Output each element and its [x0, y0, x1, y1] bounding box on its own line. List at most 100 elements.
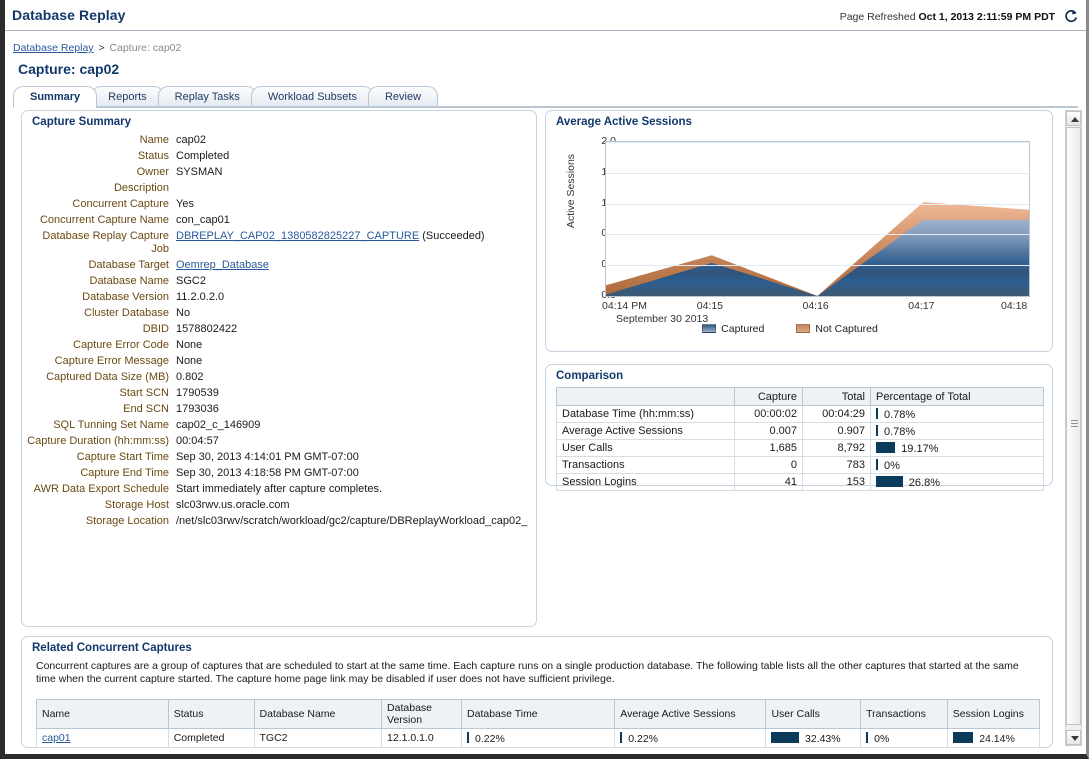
- rcc-cell-name[interactable]: cap01: [37, 729, 169, 748]
- tab-replay-tasks[interactable]: Replay Tasks: [158, 86, 257, 107]
- capture-summary-value-text: slc03rwv.us.oracle.com: [176, 499, 290, 511]
- comparison-table: CaptureTotalPercentage of Total Database…: [556, 387, 1044, 491]
- comparison-percentage-cell: 26.8%: [871, 474, 1044, 491]
- capture-summary-value: None: [176, 338, 536, 354]
- comparison-panel: Comparison CaptureTotalPercentage of Tot…: [545, 364, 1053, 486]
- refresh-icon[interactable]: [1064, 9, 1078, 23]
- capture-summary-value: DBREPLAY_CAP02_1380582825227_CAPTURE (Su…: [176, 229, 536, 258]
- scroll-up-icon[interactable]: [1066, 111, 1081, 126]
- comparison-percentage-label: 0.78%: [884, 409, 915, 421]
- capture-summary-key: Capture Duration (hh:mm:ss): [22, 434, 176, 450]
- rcc-col-database-time: Database Time: [462, 700, 615, 729]
- chart-legend: Captured Not Captured: [546, 323, 1034, 335]
- capture-summary-value: cap02_c_146909: [176, 418, 536, 434]
- comparison-percentage-bar: [876, 476, 903, 487]
- comparison-row: Average Active Sessions0.0070.9070.78%: [557, 423, 1044, 440]
- capture-summary-value-text: 1578802422: [176, 323, 237, 335]
- capture-summary-row: End SCN1793036: [22, 402, 536, 418]
- comparison-percentage-bar: [876, 459, 878, 470]
- chart-legend-item[interactable]: Not Captured: [796, 323, 877, 335]
- tab-summary[interactable]: Summary: [13, 86, 97, 107]
- tab-workload-subsets[interactable]: Workload Subsets: [251, 86, 374, 107]
- comparison-percentage-label: 19.17%: [901, 443, 938, 455]
- chart-gridline: [606, 173, 1029, 174]
- capture-summary-key: Concurrent Capture Name: [22, 213, 176, 229]
- capture-summary-value-text: Start immediately after capture complete…: [176, 483, 382, 495]
- page-refreshed-label: Page Refreshed: [840, 11, 916, 23]
- capture-summary-value-text: con_cap01: [176, 214, 230, 226]
- capture-summary-key: Owner: [22, 165, 176, 181]
- comparison-row: User Calls1,6858,79219.17%: [557, 440, 1044, 457]
- chart-legend-swatch: [702, 324, 716, 333]
- capture-summary-key: Description: [22, 181, 176, 197]
- comparison-total-value: 8,792: [803, 440, 871, 457]
- capture-summary-key: Capture Error Code: [22, 338, 176, 354]
- capture-summary-panel: Capture Summary Namecap02StatusCompleted…: [21, 110, 537, 627]
- capture-summary-row: Capture Duration (hh:mm:ss)00:04:57: [22, 434, 536, 450]
- comparison-col-capture: Capture: [735, 388, 803, 406]
- scroll-down-icon[interactable]: [1066, 730, 1081, 745]
- vertical-scrollbar[interactable]: [1065, 110, 1082, 746]
- tab-reports[interactable]: Reports: [91, 86, 164, 107]
- rcc-cell-average-active-sessions-label: 0.22%: [628, 733, 658, 745]
- rcc-cell-name-link[interactable]: cap01: [42, 732, 71, 744]
- capture-summary-row: SQL Tunning Set Namecap02_c_146909: [22, 418, 536, 434]
- comparison-total-value: 783: [803, 457, 871, 474]
- comparison-col-total: Total: [803, 388, 871, 406]
- content-area: Capture Summary Namecap02StatusCompleted…: [13, 110, 1061, 748]
- chart-gridline: [606, 204, 1029, 205]
- title-bar: Database Replay Page Refreshed Oct 1, 20…: [5, 0, 1086, 31]
- capture-summary-row: Capture Start TimeSep 30, 2013 4:14:01 P…: [22, 450, 536, 466]
- rcc-cell-database-time-label: 0.22%: [475, 733, 505, 745]
- capture-summary-key: Concurrent Capture: [22, 197, 176, 213]
- capture-summary-value-text: None: [176, 355, 202, 367]
- tab-review[interactable]: Review: [368, 86, 438, 107]
- comparison-capture-value: 00:00:02: [735, 406, 803, 423]
- capture-summary-row: Storage Location/net/slc03rwv/scratch/wo…: [22, 514, 536, 530]
- chart-plot-area: [605, 141, 1030, 297]
- tab-bar: Summary Reports Replay Tasks Workload Su…: [13, 86, 1078, 108]
- capture-summary-value-link[interactable]: Oemrep_Database: [176, 259, 269, 271]
- tab-underline: [13, 106, 1078, 108]
- capture-summary-value-text: cap02: [176, 134, 206, 146]
- comparison-percentage-bar: [876, 408, 878, 419]
- comparison-percentage-label: 0.78%: [884, 426, 915, 438]
- capture-summary-value-link[interactable]: DBREPLAY_CAP02_1380582825227_CAPTURE: [176, 230, 419, 242]
- rcc-cell-status: Completed: [168, 729, 254, 748]
- chart-x-tick-label: 04:17: [908, 300, 934, 312]
- capture-summary-value: 1793036: [176, 402, 536, 418]
- capture-summary-row: Cluster DatabaseNo: [22, 306, 536, 322]
- comparison-percentage-bar: [876, 425, 878, 436]
- comparison-metric: Database Time (hh:mm:ss): [557, 406, 735, 423]
- capture-summary-key: Captured Data Size (MB): [22, 370, 176, 386]
- comparison-capture-value: 0: [735, 457, 803, 474]
- capture-summary-value-text: No: [176, 307, 190, 319]
- capture-summary-row: Database NameSGC2: [22, 274, 536, 290]
- capture-summary-row: Database Replay Capture JobDBREPLAY_CAP0…: [22, 229, 536, 258]
- chart-legend-swatch: [796, 324, 810, 333]
- rcc-col-status: Status: [168, 700, 254, 729]
- capture-summary-value-text: Sep 30, 2013 4:18:58 PM GMT-07:00: [176, 467, 359, 479]
- scrollbar-thumb[interactable]: [1066, 127, 1081, 725]
- capture-summary-value: SYSMAN: [176, 165, 536, 181]
- capture-summary-row: Storage Hostslc03rwv.us.oracle.com: [22, 498, 536, 514]
- capture-summary-key: Database Version: [22, 290, 176, 306]
- chart-legend-item[interactable]: Captured: [702, 323, 764, 335]
- capture-summary-row: Captured Data Size (MB)0.802: [22, 370, 536, 386]
- comparison-total-value: 00:04:29: [803, 406, 871, 423]
- capture-summary-value: SGC2: [176, 274, 536, 290]
- comparison-percentage-label: 26.8%: [909, 477, 940, 489]
- capture-summary-row: StatusCompleted: [22, 149, 536, 165]
- breadcrumb-link-database-replay[interactable]: Database Replay: [13, 42, 94, 54]
- table-row: cap01CompletedTGC212.1.0.1.00.22%0.22%32…: [37, 729, 1040, 748]
- rcc-col-session-logins: Session Logins: [947, 700, 1039, 729]
- comparison-percentage-cell: 0.78%: [871, 423, 1044, 440]
- scrollbar-grip-icon: [1071, 420, 1078, 427]
- rcc-cell-database-time-bar: [467, 732, 469, 743]
- chart-legend-label: Not Captured: [815, 323, 877, 335]
- capture-summary-row: Concurrent Capture Namecon_cap01: [22, 213, 536, 229]
- comparison-percentage-bar: [876, 442, 895, 453]
- capture-summary-key: Capture End Time: [22, 466, 176, 482]
- capture-summary-value: Yes: [176, 197, 536, 213]
- rcc-cell-transactions-bar: [866, 732, 868, 743]
